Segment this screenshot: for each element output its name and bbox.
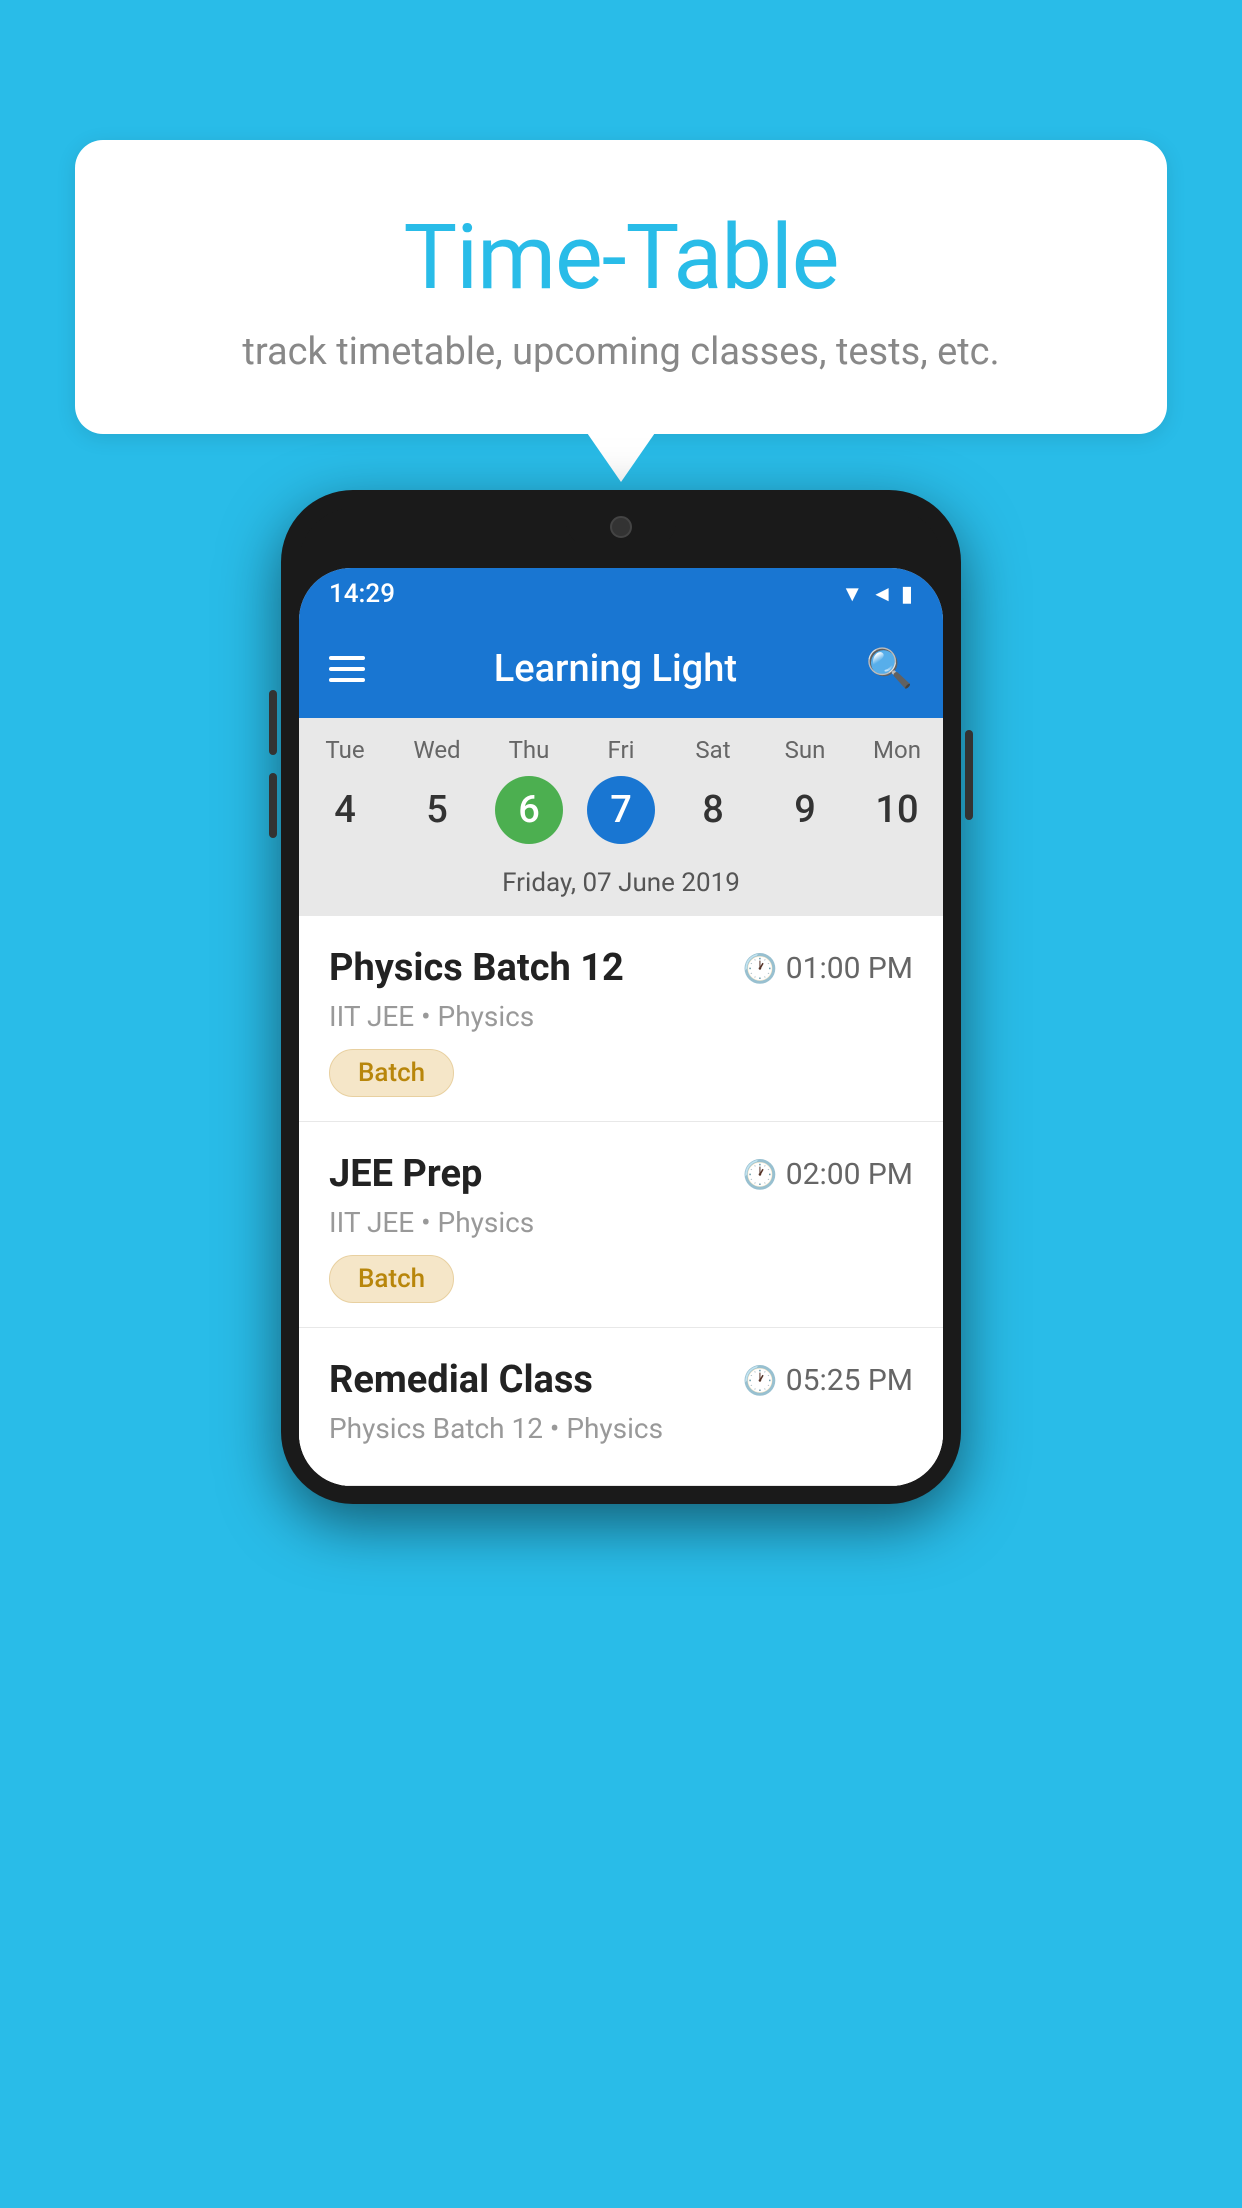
schedule-item-1-badge: Batch: [329, 1049, 454, 1097]
weekday-label-sat: Sat: [695, 736, 730, 764]
calendar-header: Tue 4 Wed 5 Thu 6 Fri 7: [299, 718, 943, 916]
schedule-item-2-title: JEE Prep: [329, 1152, 482, 1196]
weekday-mon[interactable]: Mon 10: [852, 736, 942, 844]
weekday-number-fri: 7: [587, 776, 655, 844]
phone-screen: 14:29 ▼ ◄ ▮ Learning Light 🔍: [299, 568, 943, 1486]
schedule-item-3[interactable]: Remedial Class 🕐 05:25 PM Physics Batch …: [299, 1328, 943, 1486]
schedule-item-1-subtitle: IIT JEE • Physics: [329, 1000, 913, 1033]
clock-icon-2: 🕐: [743, 1158, 778, 1191]
vol-down-button: [269, 773, 277, 838]
status-bar: 14:29 ▼ ◄ ▮: [299, 568, 943, 620]
vol-up-button: [269, 690, 277, 755]
weekday-label-thu: Thu: [509, 736, 550, 764]
schedule-item-2-header: JEE Prep 🕐 02:00 PM: [329, 1152, 913, 1196]
weekday-sun[interactable]: Sun 9: [760, 736, 850, 844]
weekday-number-thu: 6: [495, 776, 563, 844]
weekday-label-tue: Tue: [325, 736, 364, 764]
wifi-icon: ▼: [841, 581, 863, 607]
weekday-fri[interactable]: Fri 7: [576, 736, 666, 844]
schedule-item-1-time: 🕐 01:00 PM: [743, 951, 913, 986]
schedule-item-2-time-text: 02:00 PM: [786, 1157, 913, 1192]
speech-bubble: Time-Table track timetable, upcoming cla…: [75, 140, 1167, 434]
schedule-item-3-time: 🕐 05:25 PM: [743, 1363, 913, 1398]
weekday-tue[interactable]: Tue 4: [300, 736, 390, 844]
search-icon[interactable]: 🔍: [866, 647, 913, 691]
phone-notch: [566, 508, 676, 546]
hamburger-menu-icon[interactable]: [329, 656, 365, 682]
weekday-number-wed: 5: [403, 776, 471, 844]
weekday-label-wed: Wed: [413, 736, 460, 764]
schedule-item-2-badge: Batch: [329, 1255, 454, 1303]
schedule-item-1[interactable]: Physics Batch 12 🕐 01:00 PM IIT JEE • Ph…: [299, 916, 943, 1122]
app-title: Learning Light: [389, 647, 842, 691]
app-bar: Learning Light 🔍: [299, 620, 943, 718]
schedule-list: Physics Batch 12 🕐 01:00 PM IIT JEE • Ph…: [299, 916, 943, 1486]
weekdays-row: Tue 4 Wed 5 Thu 6 Fri 7: [299, 736, 943, 854]
battery-icon: ▮: [901, 582, 913, 607]
weekday-label-mon: Mon: [873, 736, 921, 764]
schedule-item-3-time-text: 05:25 PM: [786, 1363, 913, 1398]
schedule-item-2-time: 🕐 02:00 PM: [743, 1157, 913, 1192]
phone-top-bar: [299, 508, 943, 568]
speech-bubble-section: Time-Table track timetable, upcoming cla…: [75, 140, 1167, 434]
clock-icon-3: 🕐: [743, 1364, 778, 1397]
phone-mockup: 14:29 ▼ ◄ ▮ Learning Light 🔍: [281, 490, 961, 1504]
schedule-item-3-header: Remedial Class 🕐 05:25 PM: [329, 1358, 913, 1402]
weekday-number-tue: 4: [311, 776, 379, 844]
schedule-item-2[interactable]: JEE Prep 🕐 02:00 PM IIT JEE • Physics Ba…: [299, 1122, 943, 1328]
weekday-number-sat: 8: [679, 776, 747, 844]
phone-outer: 14:29 ▼ ◄ ▮ Learning Light 🔍: [281, 490, 961, 1504]
selected-date-label: Friday, 07 June 2019: [299, 854, 943, 916]
schedule-item-1-header: Physics Batch 12 🕐 01:00 PM: [329, 946, 913, 990]
clock-icon-1: 🕐: [743, 952, 778, 985]
bubble-subtitle: track timetable, upcoming classes, tests…: [135, 330, 1107, 374]
power-button: [965, 730, 973, 820]
schedule-item-1-title: Physics Batch 12: [329, 946, 624, 990]
volume-buttons: [269, 690, 277, 838]
weekday-wed[interactable]: Wed 5: [392, 736, 482, 844]
signal-icon: ◄: [871, 581, 893, 607]
schedule-item-3-subtitle: Physics Batch 12 • Physics: [329, 1412, 913, 1445]
schedule-item-1-time-text: 01:00 PM: [786, 951, 913, 986]
weekday-number-sun: 9: [771, 776, 839, 844]
weekday-thu[interactable]: Thu 6: [484, 736, 574, 844]
weekday-label-fri: Fri: [608, 736, 635, 764]
status-time: 14:29: [329, 579, 395, 609]
schedule-item-3-title: Remedial Class: [329, 1358, 593, 1402]
phone-camera: [610, 516, 632, 538]
weekday-sat[interactable]: Sat 8: [668, 736, 758, 844]
weekday-label-sun: Sun: [785, 736, 826, 764]
bubble-title: Time-Table: [135, 205, 1107, 310]
schedule-item-2-subtitle: IIT JEE • Physics: [329, 1206, 913, 1239]
status-icons: ▼ ◄ ▮: [841, 581, 913, 607]
weekday-number-mon: 10: [863, 776, 931, 844]
